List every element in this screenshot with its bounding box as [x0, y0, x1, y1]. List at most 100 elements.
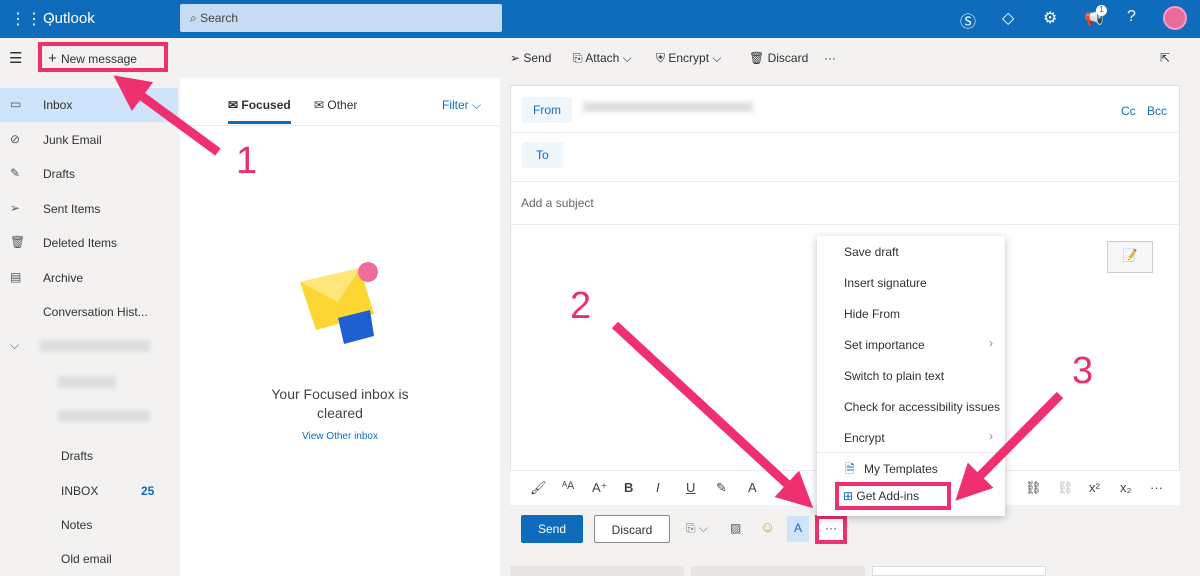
divider [511, 181, 1179, 182]
sidebar-subitem-drafts[interactable]: Drafts [0, 439, 178, 473]
cc-button[interactable]: Cc [1121, 104, 1136, 118]
notification-badge: 1 [1096, 5, 1107, 16]
more-commands[interactable]: ··· [824, 51, 836, 65]
encrypt-command[interactable]: ⛨ Encrypt ⌵ [656, 51, 721, 66]
unlink-icon[interactable]: ⛓ [1057, 480, 1074, 496]
send-label: Send [523, 51, 552, 65]
divider [511, 132, 1179, 133]
label: Sent Items [43, 202, 101, 216]
emoji-icon[interactable]: ☺ [760, 519, 775, 536]
sidebar-subitem-notes[interactable]: Notes [0, 508, 178, 542]
sidebar-item-deleted[interactable]: 🗑 Deleted Items [0, 226, 178, 260]
tab-other[interactable]: ✉ Other [314, 98, 357, 112]
editor-icon[interactable]: A [787, 516, 809, 542]
encrypt-label: Encrypt [668, 51, 710, 65]
folder-pane: ▭ Inbox ⊘ Junk Email ✎ Drafts ➢ Sent Items 🗑… [0, 88, 178, 576]
discard-button[interactable]: Discard [594, 515, 670, 543]
more-options-menu: Save draft Insert signature Hide From Se… [817, 236, 1005, 516]
format-painter-icon[interactable]: 🖌 [530, 480, 547, 496]
menu-item-save-draft[interactable]: Save draft [844, 245, 899, 259]
menu-item-insert-signature[interactable]: Insert signature [844, 276, 927, 290]
divider [511, 224, 1179, 225]
link-icon[interactable]: ⛓ [1025, 480, 1042, 496]
label: INBOX [61, 484, 99, 498]
underline-icon[interactable]: U [686, 480, 695, 495]
tab-stub[interactable] [872, 566, 1046, 576]
avatar[interactable] [1163, 6, 1187, 30]
label: Drafts [61, 449, 94, 463]
send-icon: ➢ [10, 201, 21, 215]
folder-redacted [58, 376, 116, 388]
tab-stub[interactable] [510, 566, 684, 576]
label: Filter [442, 98, 469, 112]
more-format-icon[interactable]: ··· [1150, 480, 1163, 495]
chevron-right-icon: › [989, 429, 993, 443]
menu-item-my-templates[interactable]: My Templates [864, 462, 938, 476]
label: Notes [61, 518, 93, 532]
tab-focused[interactable]: ✉ Focused [228, 98, 291, 124]
bold-icon[interactable]: B [624, 480, 633, 495]
filter-button[interactable]: Filter ⌵ [442, 98, 481, 113]
attach-icon[interactable]: ⎘ ⌵ [686, 521, 708, 536]
send-command[interactable]: ➢ Send [510, 51, 551, 65]
more-options-button[interactable]: ··· [815, 515, 847, 544]
image-icon[interactable]: ▨ [730, 521, 741, 535]
menu-item-hide-from[interactable]: Hide From [844, 307, 900, 321]
to-button[interactable]: To [522, 142, 563, 168]
label: Deleted Items [43, 236, 118, 250]
label: Conversation Hist... [43, 305, 148, 319]
attach-command[interactable]: ⎘ Attach ⌵ [573, 51, 632, 66]
hamburger-icon[interactable]: ☰ [9, 49, 22, 67]
label: Junk Email [43, 133, 102, 147]
divider [180, 125, 500, 126]
folder-redacted [58, 410, 150, 422]
from-address-redacted [583, 102, 753, 112]
search-input[interactable]: ⌕ Search [180, 4, 502, 32]
menu-item-get-addins[interactable]: ⊞ Get Add-ins [835, 482, 951, 510]
menu-item-accessibility[interactable]: Check for accessibility issues [844, 400, 1000, 414]
gear-icon[interactable]: ⚙ [1043, 8, 1057, 28]
sidebar-item-drafts[interactable]: ✎ Drafts [0, 157, 178, 191]
sidebar-item-conversation-history[interactable]: Conversation Hist... [0, 295, 178, 329]
highlight-icon[interactable]: ✎ [716, 480, 727, 496]
bcc-button[interactable]: Bcc [1147, 104, 1167, 118]
subject-input[interactable]: Add a subject [521, 196, 594, 210]
sidebar-item-sent[interactable]: ➢ Sent Items [0, 192, 178, 226]
italic-icon[interactable]: I [656, 480, 660, 495]
new-message-label: New message [60, 52, 137, 66]
subscript-icon[interactable]: x₂ [1120, 480, 1132, 495]
menu-item-plain-text[interactable]: Switch to plain text [844, 369, 944, 383]
label: Old email [61, 552, 112, 566]
discard-command[interactable]: 🗑 Discard [749, 51, 808, 65]
tab-stub[interactable] [691, 566, 865, 576]
view-other-inbox-link[interactable]: View Other inbox [260, 431, 420, 442]
label: Get Add-ins [856, 489, 920, 503]
from-button[interactable]: From [522, 97, 572, 123]
diamond-icon[interactable]: ◇ [1002, 8, 1014, 28]
search-placeholder: Search [200, 11, 239, 25]
superscript-icon[interactable]: x² [1089, 480, 1100, 495]
skype-icon[interactable]: Ⓢ [960, 8, 976, 32]
addin-note-icon[interactable]: 📝 [1107, 241, 1153, 273]
sidebar-item-archive[interactable]: ▤ Archive [0, 261, 178, 295]
sidebar-subitem-inbox[interactable]: INBOX 25 [0, 474, 178, 508]
send-button[interactable]: Send [521, 515, 583, 543]
menu-item-set-importance[interactable]: Set importance [844, 338, 925, 352]
sidebar-item-inbox[interactable]: ▭ Inbox [0, 88, 178, 122]
sidebar-item-junk[interactable]: ⊘ Junk Email [0, 123, 178, 157]
help-icon[interactable]: ? [1127, 8, 1136, 26]
unread-count: 25 [141, 484, 155, 498]
font-size-icon[interactable]: ᴬA [562, 480, 574, 492]
font-color-icon[interactable]: A [748, 480, 757, 495]
grow-font-icon[interactable]: A⁺ [592, 480, 608, 496]
label: Inbox [43, 98, 73, 112]
popout-icon[interactable]: ⇱ [1160, 51, 1170, 65]
chevron-down-icon[interactable]: ⌵ [10, 338, 19, 353]
app-title[interactable]: Outlook [43, 10, 95, 27]
menu-item-encrypt[interactable]: Encrypt [844, 431, 885, 445]
label: Archive [43, 271, 84, 285]
new-message-button[interactable]: + New message [38, 42, 168, 72]
inbox-icon: ▭ [10, 97, 22, 111]
sidebar-subitem-old-email[interactable]: Old email [0, 542, 178, 576]
annotation-number-2: 2 [570, 285, 592, 327]
